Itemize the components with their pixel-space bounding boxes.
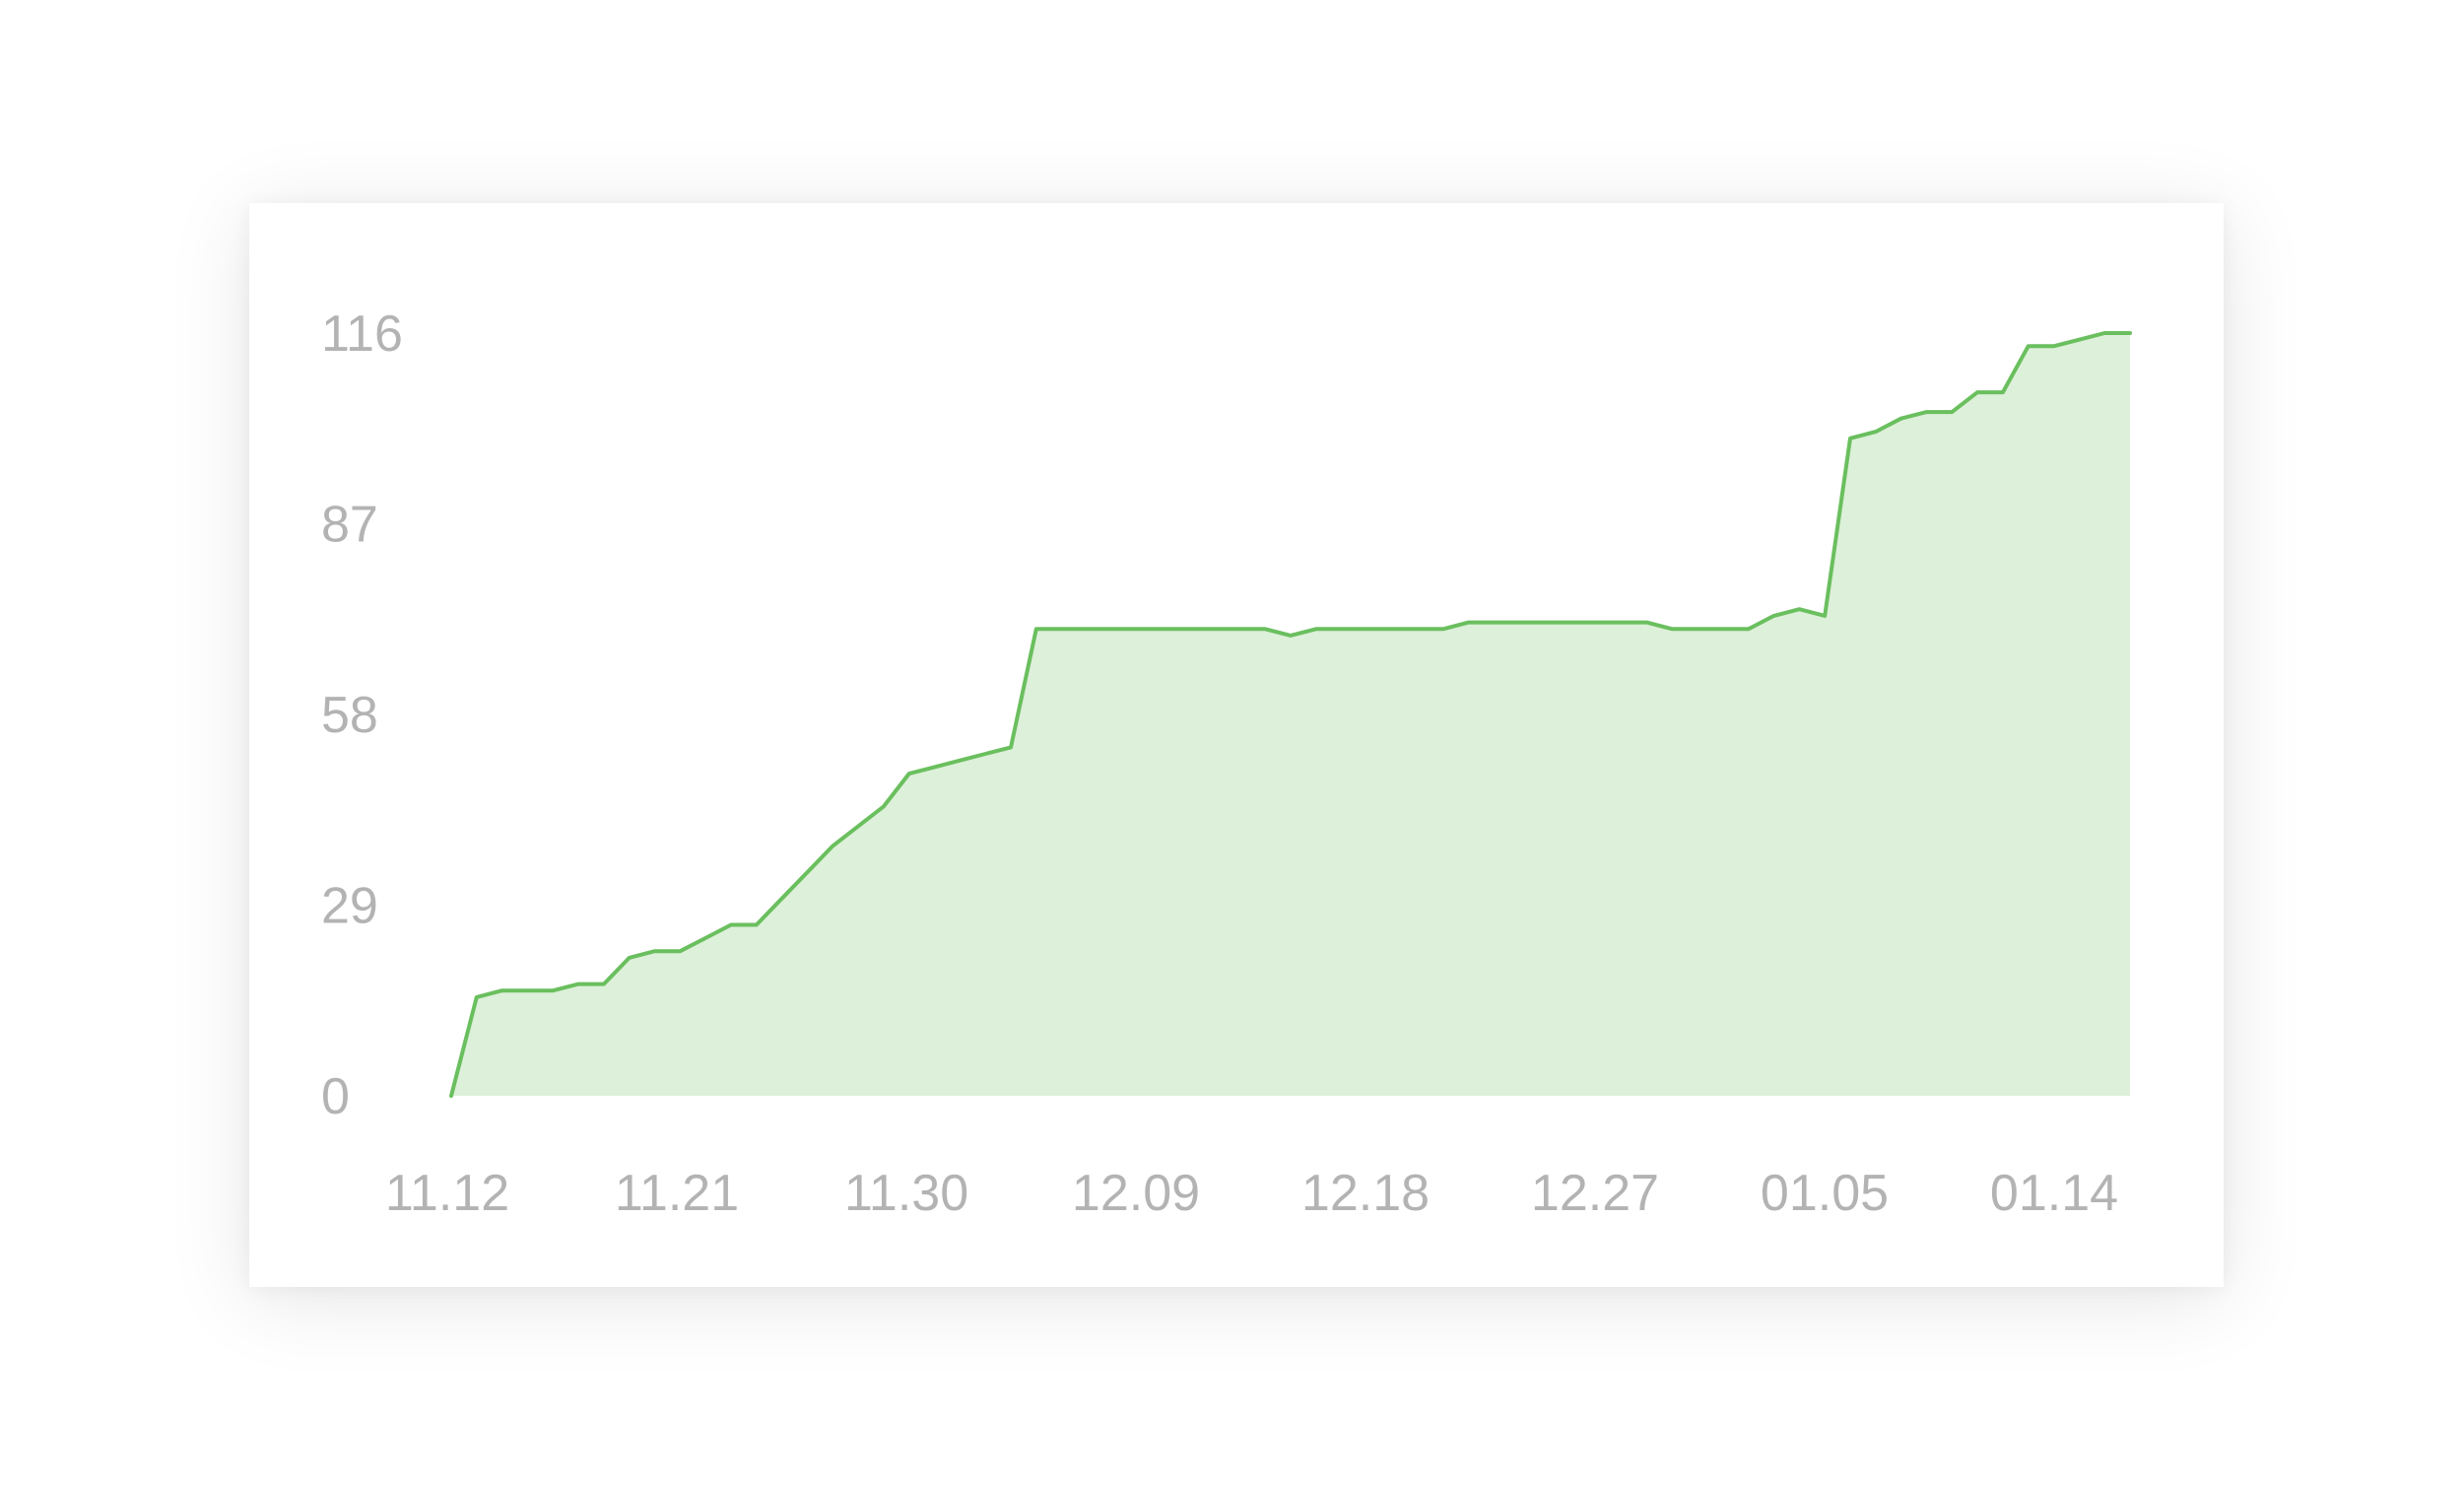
x-tick-label: 11.21 bbox=[615, 1165, 739, 1222]
y-tick-label: 0 bbox=[321, 1068, 350, 1125]
x-tick-label: 01.05 bbox=[1761, 1165, 1889, 1222]
y-tick-label: 29 bbox=[321, 878, 378, 935]
y-tick-label: 116 bbox=[321, 305, 403, 363]
y-axis: 0 29 58 87 116 bbox=[321, 305, 403, 1125]
x-tick-label: 01.14 bbox=[1990, 1165, 2118, 1222]
x-tick-label: 12.18 bbox=[1301, 1165, 1430, 1222]
x-axis: 11.12 11.21 11.30 12.09 12.18 12.27 01.0… bbox=[385, 1165, 2118, 1222]
y-tick-label: 58 bbox=[321, 687, 378, 744]
x-tick-label: 12.09 bbox=[1072, 1165, 1200, 1222]
x-tick-label: 11.30 bbox=[844, 1165, 968, 1222]
x-tick-label: 11.12 bbox=[385, 1165, 509, 1222]
area-chart: 0 29 58 87 116 11.12 11.21 11.30 12.09 1… bbox=[321, 305, 2132, 1222]
y-tick-label: 87 bbox=[321, 497, 378, 554]
x-tick-label: 12.27 bbox=[1531, 1165, 1659, 1222]
series-area-fill bbox=[451, 333, 2130, 1096]
